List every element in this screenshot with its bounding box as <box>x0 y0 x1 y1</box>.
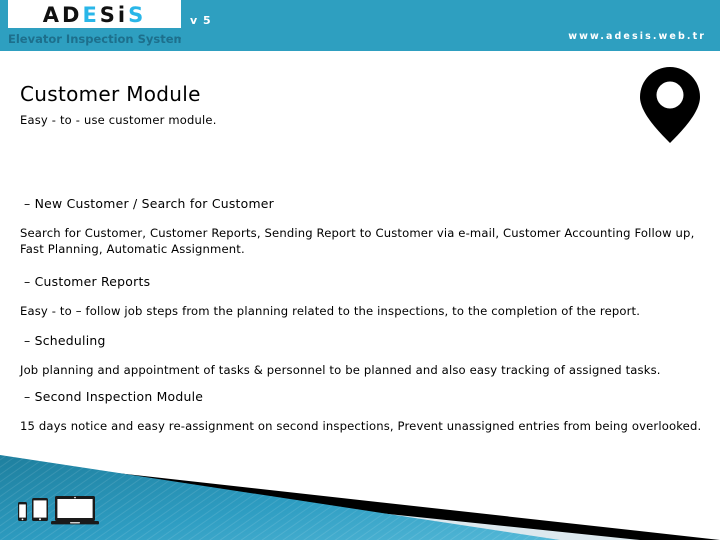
tablet-icon <box>32 498 48 521</box>
bottom-decoration <box>0 430 720 540</box>
section-text-new-customer: Search for Customer, Customer Reports, S… <box>20 226 695 256</box>
section-text-scheduling: Job planning and appointment of tasks & … <box>20 363 661 377</box>
presentation-slide: ADESiS Elevator Inspection System v 5 ww… <box>0 0 720 540</box>
decorative-bands <box>0 455 720 540</box>
slide-content: Customer Module Easy - to - use customer… <box>0 51 720 433</box>
laptop-icon <box>51 496 99 525</box>
section-heading-customer-reports: – Customer Reports <box>24 274 151 289</box>
section-text-customer-reports: Easy - to – follow job steps from the pl… <box>20 304 641 318</box>
page-subtitle: Easy - to - use customer module. <box>20 113 217 127</box>
section-heading-second-inspection: – Second Inspection Module <box>24 389 204 404</box>
brand-logo: ADESiS Elevator Inspection System <box>8 0 181 51</box>
page-title: Customer Module <box>20 82 201 106</box>
smartphone-icon <box>18 502 27 521</box>
website-url: www.adesis.web.tr <box>568 31 706 42</box>
section-heading-scheduling: – Scheduling <box>24 333 106 348</box>
version-label: v 5 <box>190 14 212 27</box>
logo-wordmark: ADESiS <box>42 3 147 27</box>
section-heading-new-customer: – New Customer / Search for Customer <box>24 196 275 211</box>
logo-tagline: Elevator Inspection System <box>8 28 181 51</box>
device-icons-group <box>18 496 99 525</box>
